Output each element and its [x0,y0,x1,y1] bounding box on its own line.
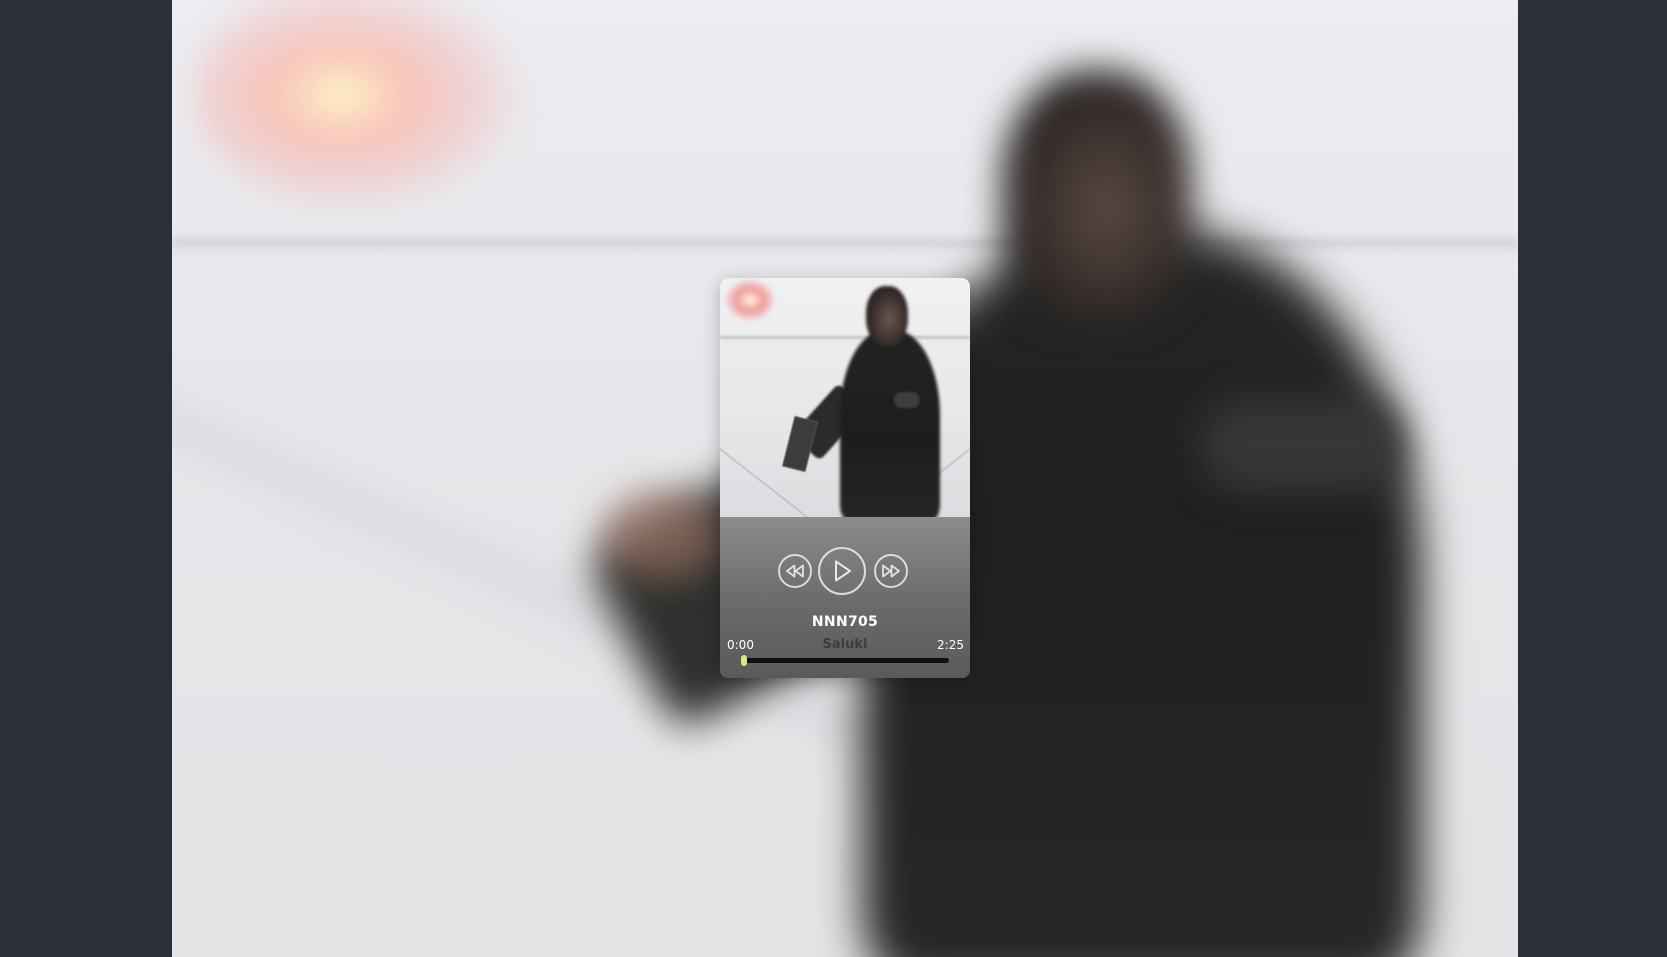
player-controls: NNN705 0:00 Saluki 2:25 [720,517,970,678]
next-button[interactable] [874,554,908,588]
track-title: NNN705 [811,614,879,630]
play-icon [835,560,851,582]
fast-forward-icon [882,564,900,578]
progress-bar[interactable] [741,655,949,666]
page-background: NNN705 0:00 Saluki 2:25 [0,0,1667,957]
music-player-card: NNN705 0:00 Saluki 2:25 [720,278,970,678]
track-artist: Saluki [822,637,868,652]
play-button[interactable] [818,547,866,595]
previous-button[interactable] [778,554,812,588]
rewind-icon [786,564,804,578]
album-cover [720,278,970,517]
progress-knob[interactable] [741,655,747,666]
total-time: 2:25 [937,638,964,652]
